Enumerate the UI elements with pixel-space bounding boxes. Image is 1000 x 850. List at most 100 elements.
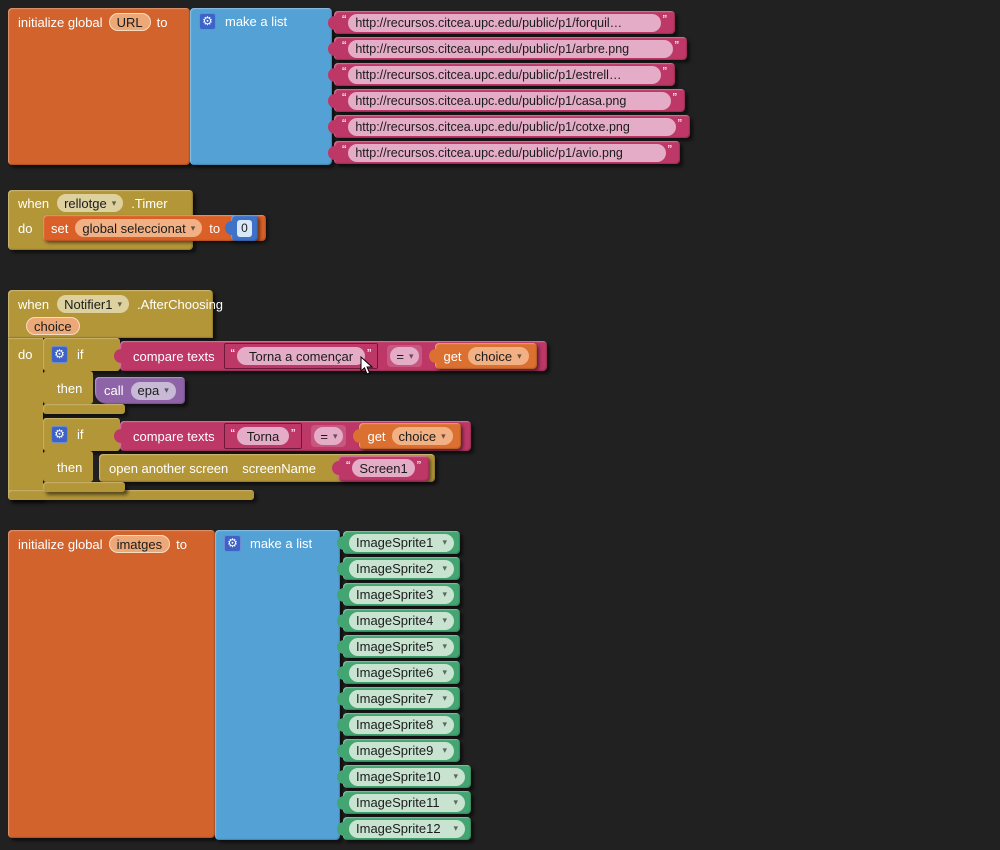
dropdown-arrow-icon: ▾ <box>333 432 338 441</box>
component-dropdown[interactable]: ImageSprite7▾ <box>349 690 454 708</box>
open-quote-icon: “ <box>342 65 346 78</box>
when-rellotge-timer-block[interactable]: when rellotge ▾ .Timer do set global sel… <box>8 190 193 250</box>
when-notifier-afterchoosing-block[interactable]: when Notifier1 ▾ .AfterChoosing choice <box>8 290 213 338</box>
variable-name-field[interactable]: imatges <box>109 535 171 553</box>
open-quote-icon: “ <box>342 117 346 130</box>
component-block[interactable]: ImageSprite1▾ <box>343 531 460 554</box>
component-block[interactable]: ImageSprite8▾ <box>343 713 460 736</box>
string-value-field[interactable]: http://recursos.citcea.upc.edu/public/p1… <box>348 66 660 84</box>
text-string-block[interactable]: “ http://recursos.citcea.upc.edu/public/… <box>334 63 675 86</box>
then-spine[interactable]: then <box>43 371 93 404</box>
if-label: if <box>77 427 84 442</box>
component-dropdown[interactable]: rellotge ▾ <box>57 194 123 212</box>
text-string-block[interactable]: “ Screen1 ” <box>338 456 429 481</box>
call-procedure-block[interactable]: call epa ▾ <box>95 377 185 404</box>
component-dropdown[interactable]: ImageSprite5▾ <box>349 638 454 656</box>
component-block[interactable]: ImageSprite5▾ <box>343 635 460 658</box>
component-block[interactable]: ImageSprite2▾ <box>343 557 460 580</box>
text-string-block[interactable]: “ http://recursos.citcea.upc.edu/public/… <box>334 115 690 138</box>
make-a-list-block[interactable]: ⚙ make a list <box>190 8 332 165</box>
get-label: get <box>367 429 385 444</box>
component-name: ImageSprite4 <box>356 613 433 628</box>
if-block[interactable]: ⚙ if <box>43 418 120 451</box>
compare-texts-block[interactable]: compare texts “ Torna ” = ▾ get choice ▾ <box>120 421 471 451</box>
component-dropdown[interactable]: Notifier1 ▾ <box>57 295 129 313</box>
close-quote-icon: ” <box>678 117 682 130</box>
event-param-choice[interactable]: choice <box>26 317 80 335</box>
then-spine[interactable]: then <box>43 451 93 482</box>
procedure-dropdown[interactable]: epa ▾ <box>131 382 176 400</box>
component-dropdown[interactable]: ImageSprite9▾ <box>349 742 454 760</box>
component-block[interactable]: ImageSprite9▾ <box>343 739 460 762</box>
component-name: ImageSprite3 <box>356 587 433 602</box>
string-value-field[interactable]: Torna <box>237 427 289 445</box>
gear-icon[interactable]: ⚙ <box>51 346 68 363</box>
gear-icon[interactable]: ⚙ <box>51 426 68 443</box>
close-quote-icon: ” <box>663 13 667 26</box>
component-block[interactable]: ImageSprite3▾ <box>343 583 460 606</box>
variable-dropdown[interactable]: choice ▾ <box>392 427 453 445</box>
if-block[interactable]: ⚙ if <box>43 338 120 371</box>
text-string-block[interactable]: “ http://recursos.citcea.upc.edu/public/… <box>334 89 685 112</box>
initialize-global-imatges-block[interactable]: initialize global imatges to <box>8 530 215 838</box>
component-block[interactable]: ImageSprite7▾ <box>343 687 460 710</box>
event-label: .Timer <box>131 196 167 211</box>
gear-icon[interactable]: ⚙ <box>224 535 241 552</box>
open-quote-icon: “ <box>231 347 235 360</box>
string-value-field[interactable]: Torna a començar <box>237 347 365 365</box>
number-value-field[interactable]: 0 <box>237 220 252 237</box>
text-socket: “ Torna ” <box>224 423 303 449</box>
variable-name-field[interactable]: URL <box>109 13 151 31</box>
component-dropdown[interactable]: ImageSprite11▾ <box>349 794 465 812</box>
component-block[interactable]: ImageSprite11▾ <box>343 791 471 814</box>
component-name: ImageSprite7 <box>356 691 433 706</box>
component-dropdown[interactable]: ImageSprite10▾ <box>349 768 465 786</box>
component-dropdown[interactable]: ImageSprite6▾ <box>349 664 454 682</box>
component-dropdown[interactable]: ImageSprite1▾ <box>349 534 454 552</box>
string-value-field[interactable]: http://recursos.citcea.upc.edu/public/p1… <box>348 144 665 162</box>
set-variable-block[interactable]: set global seleccionat ▾ to 0 <box>43 215 266 241</box>
get-label: get <box>443 349 461 364</box>
dropdown-arrow-icon: ▾ <box>164 386 169 395</box>
string-value-field[interactable]: http://recursos.citcea.upc.edu/public/p1… <box>348 14 660 32</box>
dropdown-arrow-icon: ▾ <box>453 824 458 833</box>
variable-dropdown[interactable]: choice ▾ <box>468 347 529 365</box>
component-block[interactable]: ImageSprite10▾ <box>343 765 471 788</box>
get-variable-block[interactable]: get choice ▾ <box>359 423 460 449</box>
math-number-block[interactable]: 0 <box>231 215 258 241</box>
variable-dropdown[interactable]: global seleccionat ▾ <box>75 219 202 237</box>
component-block[interactable]: ImageSprite6▾ <box>343 661 460 684</box>
string-value-field[interactable]: Screen1 <box>352 459 414 477</box>
close-quote-icon: ” <box>675 39 679 52</box>
operator-dropdown[interactable]: = ▾ <box>387 345 422 367</box>
close-quote-icon: ” <box>673 91 677 104</box>
compare-texts-block[interactable]: compare texts “ Torna a començar ” = ▾ g… <box>120 341 547 371</box>
component-block[interactable]: ImageSprite4▾ <box>343 609 460 632</box>
dropdown-arrow-icon: ▾ <box>517 352 522 361</box>
text-string-block[interactable]: “ http://recursos.citcea.upc.edu/public/… <box>334 11 675 34</box>
operator-value: = <box>396 349 404 364</box>
text-string-block[interactable]: “ http://recursos.citcea.upc.edu/public/… <box>334 37 687 60</box>
text-string-block[interactable]: “ http://recursos.citcea.upc.edu/public/… <box>334 141 680 164</box>
component-dropdown[interactable]: ImageSprite12▾ <box>349 820 465 838</box>
get-variable-block[interactable]: get choice ▾ <box>435 343 536 369</box>
operator-dropdown[interactable]: = ▾ <box>311 425 346 447</box>
then-label: then <box>57 460 82 475</box>
gear-icon[interactable]: ⚙ <box>199 13 216 30</box>
component-dropdown[interactable]: ImageSprite2▾ <box>349 560 454 578</box>
component-block[interactable]: ImageSprite12▾ <box>343 817 471 840</box>
variable-name: choice <box>475 349 513 364</box>
do-spine[interactable]: do <box>8 338 43 500</box>
open-another-screen-block[interactable]: open another screen screenName “ Screen1… <box>99 454 435 482</box>
make-a-list-block[interactable]: ⚙ make a list <box>215 530 340 840</box>
string-value-field[interactable]: http://recursos.citcea.upc.edu/public/p1… <box>348 118 675 136</box>
make-a-list-label: make a list <box>225 14 287 29</box>
if-label: if <box>77 347 84 362</box>
component-dropdown[interactable]: ImageSprite4▾ <box>349 612 454 630</box>
initialize-global-url-block[interactable]: initialize global URL to <box>8 8 190 165</box>
dropdown-arrow-icon: ▾ <box>112 199 117 208</box>
string-value-field[interactable]: http://recursos.citcea.upc.edu/public/p1… <box>348 40 672 58</box>
string-value-field[interactable]: http://recursos.citcea.upc.edu/public/p1… <box>348 92 670 110</box>
component-dropdown[interactable]: ImageSprite3▾ <box>349 586 454 604</box>
component-dropdown[interactable]: ImageSprite8▾ <box>349 716 454 734</box>
